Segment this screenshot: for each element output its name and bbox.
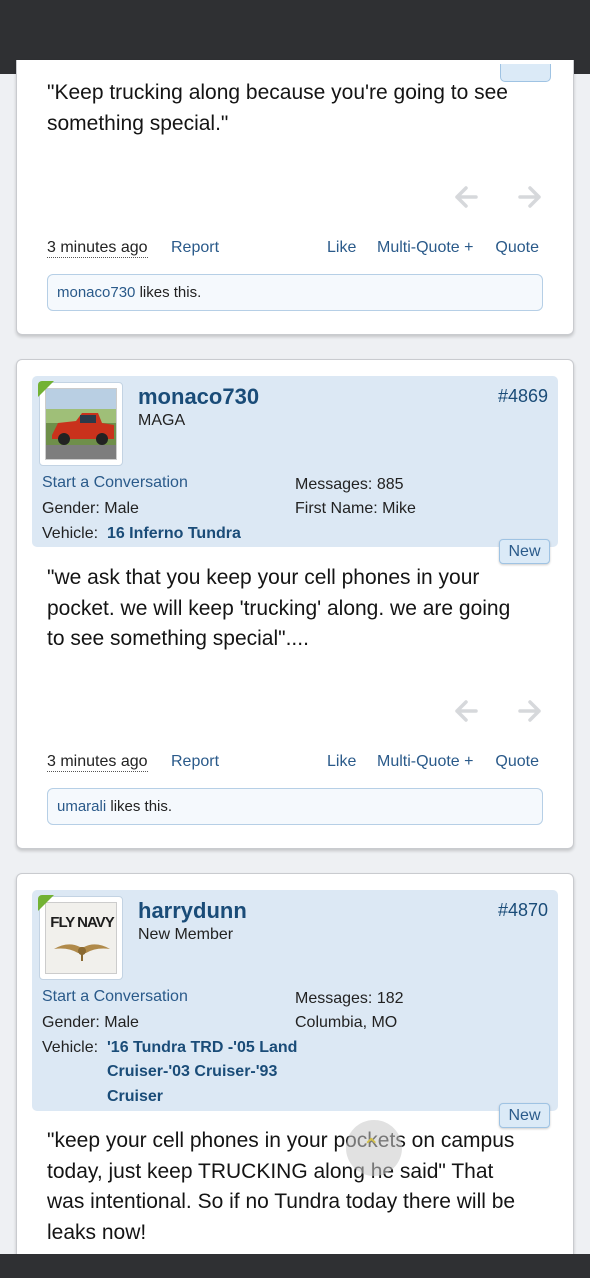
vehicle-label: Vehicle: <box>42 1039 99 1056</box>
location-field: Columbia, MO <box>295 1014 398 1031</box>
vehicle-line: '16 Tundra TRD -'05 Land <box>107 1039 298 1056</box>
start-conversation-link[interactable]: Start a Conversation <box>42 474 188 492</box>
new-badge-button[interactable] <box>500 64 551 82</box>
post-timestamp[interactable]: 3 minutes ago <box>47 753 148 772</box>
post-number[interactable]: #4869 <box>498 386 548 407</box>
online-indicator <box>38 381 54 397</box>
report-link[interactable]: Report <box>171 239 219 257</box>
vehicle-line: Cruiser-'03 Cruiser-'93 <box>107 1063 278 1080</box>
multi-quote-link[interactable]: Multi-Quote + <box>377 753 473 771</box>
likes-suffix: likes this. <box>135 284 202 301</box>
quote-link[interactable]: Quote <box>495 753 539 771</box>
post-message: "Keep trucking along because you're goin… <box>47 81 508 135</box>
user-info-block: monaco730 MAGA #4869 Start a Conversatio… <box>32 376 558 547</box>
post-message: "we ask that you keep your cell phones i… <box>47 566 511 650</box>
gender-label: Gender: <box>42 500 100 517</box>
username[interactable]: monaco730 <box>138 384 259 410</box>
online-indicator <box>38 895 54 911</box>
vehicle-label: Vehicle: <box>42 525 99 542</box>
post-footer: 3 minutes ago Report Like Multi-Quote + … <box>47 753 543 775</box>
post-number[interactable]: #4870 <box>498 900 548 921</box>
vehicle-value: '16 Tundra TRD -'05 Land <box>107 1039 297 1057</box>
vehicle-value: 16 Inferno Tundra <box>106 525 241 542</box>
liker-link[interactable]: umarali <box>57 798 106 815</box>
messages-label: Messages: <box>295 476 373 493</box>
vehicle-value: Cruiser <box>107 1088 163 1106</box>
messages-value: 182 <box>376 990 404 1007</box>
post-nav-arrows <box>453 698 543 724</box>
report-link[interactable]: Report <box>171 753 219 771</box>
multi-quote-link[interactable]: Multi-Quote + <box>377 239 473 257</box>
like-link[interactable]: Like <box>327 239 356 257</box>
arrow-right-icon[interactable] <box>517 184 543 210</box>
vehicle-field: Vehicle: 16 Inferno Tundra <box>42 525 241 543</box>
scroll-up-icon[interactable]: ⌃ <box>346 1120 402 1176</box>
first-name-label: First Name: <box>295 500 378 517</box>
arrow-left-icon[interactable] <box>453 184 479 210</box>
user-title: New Member <box>138 926 234 943</box>
likes-suffix: likes this. <box>106 798 173 815</box>
new-badge-button[interactable]: New <box>499 539 550 564</box>
arrow-right-icon[interactable] <box>517 698 543 724</box>
avatar-image <box>45 388 117 460</box>
gender-field: Gender: Male <box>42 500 139 518</box>
arrow-left-icon[interactable] <box>453 698 479 724</box>
post-card: FLY NAVY harrydunn New Member #4870 Star… <box>16 873 574 1273</box>
likes-summary: monaco730 likes this. <box>47 274 543 311</box>
gender-value: Male <box>104 500 139 517</box>
post-nav-arrows <box>453 184 543 210</box>
gender-value: Male <box>104 1014 139 1031</box>
username[interactable]: harrydunn <box>138 898 247 924</box>
gender-field: Gender: Male <box>42 1014 139 1032</box>
messages-field: Messages: 182 <box>295 990 404 1008</box>
quote-link[interactable]: Quote <box>495 239 539 257</box>
avatar-image: FLY NAVY <box>45 902 117 974</box>
first-name-value: Mike <box>382 500 416 517</box>
first-name-field: First Name: Mike <box>295 500 416 518</box>
vehicle-line: Cruiser <box>107 1088 164 1105</box>
post-timestamp[interactable]: 3 minutes ago <box>47 239 148 258</box>
navigation-bar <box>0 1254 590 1278</box>
vehicle-value: Cruiser-'03 Cruiser-'93 <box>107 1063 277 1081</box>
post-card: "Keep trucking along because you're goin… <box>16 60 574 335</box>
post-message: "keep your cell phones in your pockets o… <box>47 1129 516 1244</box>
post-footer: 3 minutes ago Report Like Multi-Quote + … <box>47 239 543 261</box>
start-conversation-link[interactable]: Start a Conversation <box>42 988 188 1006</box>
messages-value: 885 <box>376 476 404 493</box>
likes-summary: umarali likes this. <box>47 788 543 825</box>
gender-label: Gender: <box>42 1014 100 1031</box>
user-info-block: FLY NAVY harrydunn New Member #4870 Star… <box>32 890 558 1111</box>
post-card: monaco730 MAGA #4869 Start a Conversatio… <box>16 359 574 849</box>
liker-link[interactable]: monaco730 <box>57 284 135 301</box>
new-badge-button[interactable]: New <box>499 1103 550 1128</box>
like-link[interactable]: Like <box>327 753 356 771</box>
messages-field: Messages: 885 <box>295 476 404 494</box>
user-title: MAGA <box>138 412 186 429</box>
messages-label: Messages: <box>295 990 373 1007</box>
